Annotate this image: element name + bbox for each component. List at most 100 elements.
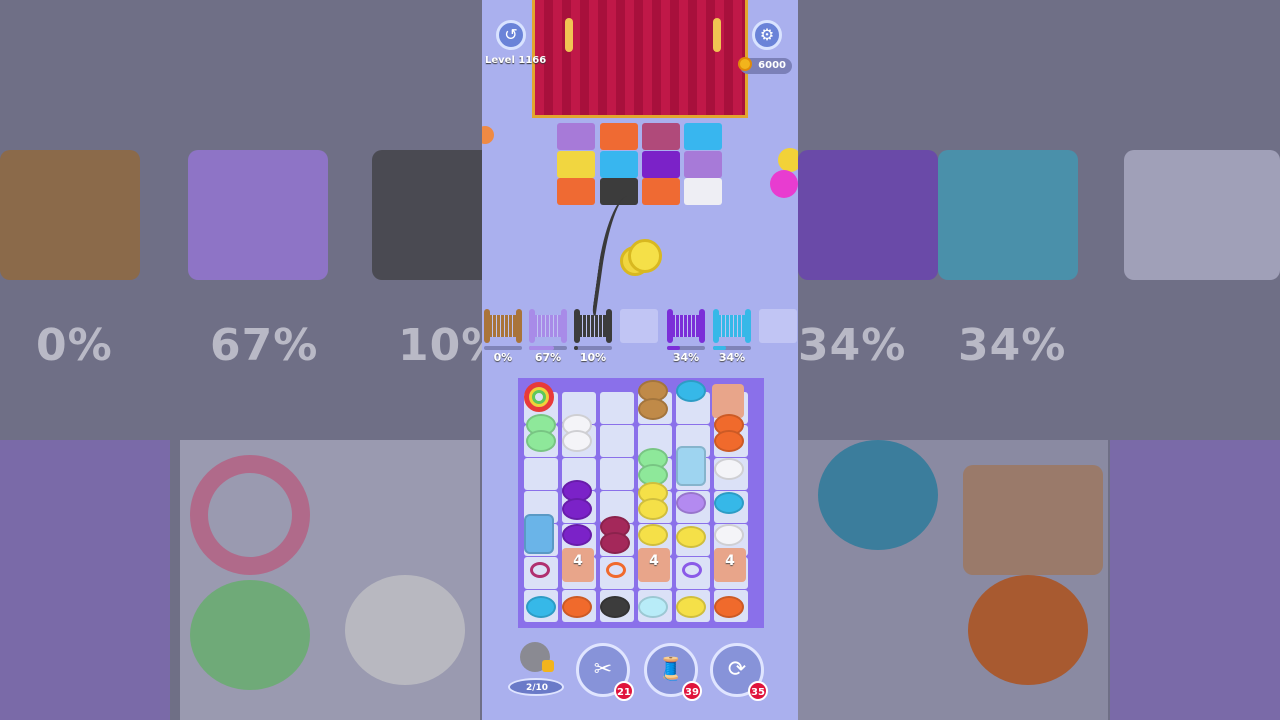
game-screen: 0% 67% 10% 34% 34% ↺ Level 1166 ⚙ 6000 <box>0 0 1280 720</box>
settings-button[interactable]: ⚙ <box>752 20 782 50</box>
level-label: Level 1166 <box>485 55 547 66</box>
spool-blue[interactable] <box>676 380 706 402</box>
frozen-spool[interactable] <box>524 514 554 554</box>
rack-spool[interactable] <box>529 309 567 343</box>
rack-spool-thread <box>579 315 607 337</box>
spool-violet[interactable] <box>562 524 592 546</box>
spool-green[interactable] <box>526 430 556 452</box>
background-blur-left: 0% 67% 10% <box>0 0 482 720</box>
frozen-spool[interactable] <box>676 446 706 486</box>
bg-green-spool <box>190 580 310 690</box>
curtain-tassel-right <box>713 18 721 52</box>
rack-slot-empty[interactable] <box>620 309 658 343</box>
rack-progress-bar <box>484 346 522 350</box>
knit-tile <box>600 123 638 150</box>
rack-slot-empty[interactable] <box>759 309 797 343</box>
magnet-count: 35 <box>748 681 768 701</box>
rack-spool-end <box>713 309 719 343</box>
rack-spool-end <box>484 309 490 343</box>
spool-yellow[interactable] <box>676 526 706 548</box>
spool-white[interactable] <box>714 458 744 480</box>
key-lock-icon <box>682 562 702 578</box>
rack-percent: 0% <box>493 351 513 364</box>
bg-spool-empty <box>1124 150 1280 280</box>
rack-progress-fill <box>574 346 578 350</box>
spool-yellow[interactable] <box>638 524 668 546</box>
bg-pct-2: 10% <box>398 320 482 371</box>
undo-button[interactable]: ↺ <box>496 20 526 50</box>
knit-tile <box>684 123 722 150</box>
stage-curtain <box>532 0 748 118</box>
flying-yellow-spool-front <box>628 239 662 273</box>
spool-lavender[interactable] <box>676 492 706 514</box>
rack-percent: 34% <box>672 351 700 364</box>
spool-magenta[interactable] <box>600 532 630 554</box>
board-cell[interactable] <box>600 458 634 490</box>
thread-spool-icon: 🧵 <box>657 657 685 682</box>
rack-spool[interactable] <box>484 309 522 343</box>
button-deco-icon <box>778 148 798 172</box>
knit-tile <box>557 123 595 150</box>
rack-spool[interactable] <box>667 309 705 343</box>
bg-spool-purple <box>188 150 328 280</box>
rack-progress-fill <box>713 346 726 350</box>
rack-spool-thread <box>489 315 517 337</box>
spool-black[interactable] <box>600 596 630 618</box>
spool-blue[interactable] <box>526 596 556 618</box>
knit-tile <box>642 123 680 150</box>
cloth-box-4[interactable]: 4 <box>714 548 746 582</box>
cloth-box-4[interactable]: 4 <box>562 548 594 582</box>
bg-spool-cyan <box>938 150 1078 280</box>
board-cell[interactable] <box>600 392 634 424</box>
rack-spool[interactable] <box>574 309 612 343</box>
rainbow-spool[interactable] <box>524 382 554 412</box>
spool-orange[interactable] <box>714 430 744 452</box>
bg-spool-violet <box>798 150 938 280</box>
cloth-box-4[interactable]: 4 <box>638 548 670 582</box>
bg-cloth-box <box>963 465 1103 575</box>
spool-yellow[interactable] <box>638 498 668 520</box>
rack-spool-thread <box>672 315 700 337</box>
spool-yellow[interactable] <box>676 596 706 618</box>
knit-tile <box>642 151 680 178</box>
game-board: 4 4 4 <box>518 378 764 628</box>
spool-orange[interactable] <box>714 596 744 618</box>
spool-blue[interactable] <box>714 492 744 514</box>
spool-ice[interactable] <box>638 596 668 618</box>
scissors-icon: ✂ <box>593 657 613 682</box>
spool-count: 39 <box>682 681 702 701</box>
rack-progress-bar <box>667 346 705 350</box>
coin-icon <box>738 57 752 71</box>
spool-white[interactable] <box>714 524 744 546</box>
safety-pin-icon <box>482 126 494 144</box>
spool-brown[interactable] <box>638 398 668 420</box>
rack-spool[interactable] <box>713 309 751 343</box>
bg-white-spool <box>345 575 465 685</box>
padlock-icon <box>542 660 554 672</box>
knit-tile <box>600 151 638 178</box>
spool-white[interactable] <box>562 430 592 452</box>
ball-progress-label: 2/10 <box>525 683 549 693</box>
game-viewport: ↺ Level 1166 ⚙ 6000 0% 67% 10% 34% 34% 4… <box>482 0 798 720</box>
shuffle-icon: ⟳ <box>727 657 747 682</box>
cloth-box[interactable] <box>712 384 744 418</box>
bg-spool-brown <box>0 150 140 280</box>
rack-spool-end <box>606 309 612 343</box>
rack-progress-bar <box>529 346 567 350</box>
bg-pct-3: 34% <box>798 320 907 371</box>
knit-tile <box>557 151 595 178</box>
rack-spool-thread <box>718 315 746 337</box>
board-cell[interactable] <box>600 425 634 457</box>
spool-orange[interactable] <box>562 596 592 618</box>
rack-progress-bar <box>713 346 751 350</box>
knit-tile <box>557 178 595 205</box>
bg-board-right-edge <box>1110 440 1280 720</box>
board-cell[interactable] <box>524 458 558 490</box>
rack-spool-end <box>699 309 705 343</box>
rack-spool-end <box>667 309 673 343</box>
spool-violet[interactable] <box>562 498 592 520</box>
rack-progress-fill <box>667 346 680 350</box>
bg-pct-4: 34% <box>958 320 1067 371</box>
bg-orange-spool <box>968 575 1088 685</box>
rack-percent: 10% <box>579 351 607 364</box>
